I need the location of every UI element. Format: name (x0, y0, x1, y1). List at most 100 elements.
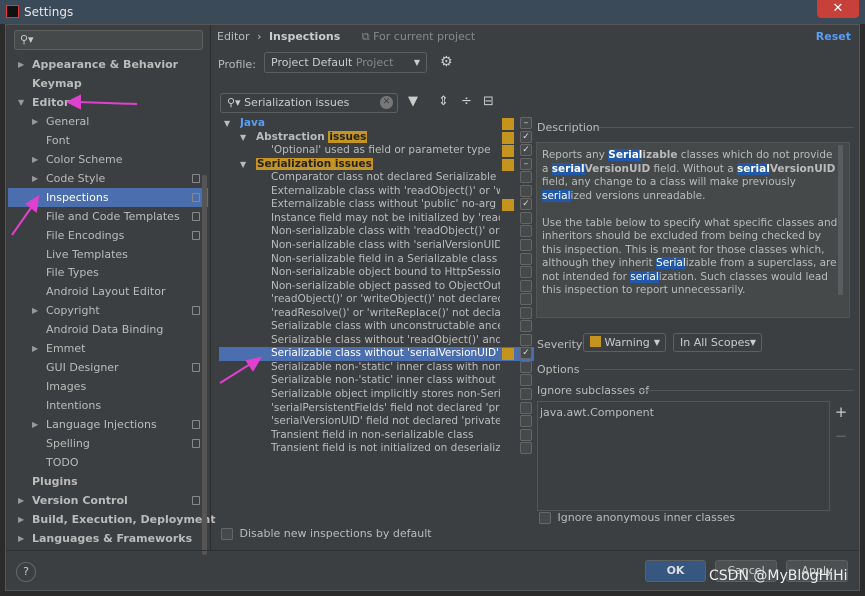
sidebar-item-general[interactable]: ▶ General (8, 112, 208, 131)
expand-arrow-icon[interactable]: ▶ (32, 150, 38, 169)
sidebar-item-intentions[interactable]: Intentions (8, 396, 208, 415)
sidebar-item-android-layout-editor[interactable]: Android Layout Editor (8, 282, 208, 301)
enable-checkbox[interactable] (520, 293, 532, 306)
ignore-anonymous-checkbox[interactable]: Ignore anonymous inner classes (539, 511, 735, 524)
enable-checkbox[interactable] (520, 428, 532, 441)
enable-checkbox[interactable] (520, 184, 532, 197)
enable-checkbox[interactable] (520, 266, 532, 279)
inspection-row[interactable]: Non-serializable class with 'readObject(… (219, 225, 534, 239)
close-button[interactable]: ✕ (817, 0, 859, 18)
enable-checkbox[interactable] (520, 374, 532, 387)
inspection-row[interactable]: 'readObject()' or 'writeObject()' not de… (219, 293, 534, 307)
sidebar-item-file-encodings[interactable]: File Encodings (8, 226, 208, 245)
inspection-row[interactable]: Serializable class without 'readObject()… (219, 333, 534, 348)
sidebar-item-appearance-behavior[interactable]: ▶ Appearance & Behavior (8, 55, 208, 74)
inspection-row[interactable]: Serializable non-'static' inner class wi… (219, 374, 534, 388)
inspection-row[interactable]: 'serialVersionUID' field not declared 'p… (219, 415, 534, 429)
enable-checkbox[interactable] (520, 401, 532, 414)
inspection-row[interactable]: Transient field in non-serializable clas… (219, 428, 534, 443)
expand-arrow-icon[interactable]: ▶ (32, 339, 38, 358)
enable-checkbox[interactable] (520, 306, 532, 319)
expand-arrow-icon[interactable]: ▶ (18, 491, 24, 510)
filter-icon[interactable]: ▼ (408, 94, 418, 109)
description-scrollbar[interactable] (838, 145, 843, 295)
profile-dropdown[interactable]: Project Default Project ▼ (264, 52, 427, 73)
sidebar-item-editor[interactable]: ▼ Editor (8, 93, 208, 112)
inspection-row[interactable]: 'readResolve()' or 'writeReplace()' not … (219, 306, 534, 321)
sidebar-item-inspections[interactable]: Inspections (8, 187, 208, 207)
expand-arrow-icon[interactable]: ▶ (18, 510, 24, 529)
inspection-row[interactable]: Comparator class not declared Serializab… (219, 171, 534, 185)
sidebar-item-live-templates[interactable]: Live Templates (8, 245, 208, 264)
expand-arrow-icon[interactable]: ▶ (18, 529, 24, 548)
settings-search-input[interactable]: ⚲▾ (14, 30, 203, 50)
inspection-row[interactable]: ▼ Abstraction issues ✓ (219, 130, 534, 145)
add-button[interactable]: + (832, 403, 850, 421)
sidebar-item-languages-frameworks[interactable]: ▶ Languages & Frameworks (8, 529, 208, 548)
expand-arrow-icon[interactable]: ▶ (32, 169, 38, 188)
enable-checkbox[interactable] (520, 211, 532, 224)
gear-icon[interactable]: ⚙ (440, 54, 453, 70)
inspection-row[interactable]: Serializable object implicitly stores no… (219, 388, 534, 402)
sidebar-item-spelling[interactable]: Spelling (8, 434, 208, 453)
scope-dropdown[interactable]: In All Scopes ▼ (673, 333, 762, 352)
sidebar-item-language-injections[interactable]: ▶ Language Injections (8, 415, 208, 434)
enable-checkbox[interactable] (520, 415, 532, 428)
disable-new-inspections-checkbox[interactable]: Disable new inspections by default (221, 527, 432, 540)
enable-checkbox[interactable] (520, 360, 532, 373)
expand-arrow-icon[interactable]: ▶ (18, 55, 24, 74)
inspection-row[interactable]: Non-serializable object passed to Object… (219, 279, 534, 294)
enable-checkbox[interactable] (520, 320, 532, 333)
inspection-row[interactable]: 'serialPersistentFields' field not decla… (219, 401, 534, 416)
sidebar-item-version-control[interactable]: ▶ Version Control (8, 491, 208, 510)
enable-checkbox[interactable] (520, 388, 532, 400)
enable-checkbox[interactable]: – (520, 157, 532, 170)
inspection-filter-input[interactable]: ⚲▾ Serialization issues ✕ (220, 93, 398, 113)
inspection-row[interactable]: ▼ Serialization issues – (219, 157, 534, 172)
sidebar-scrollbar[interactable] (202, 175, 207, 555)
enable-checkbox[interactable] (520, 333, 532, 346)
enable-checkbox[interactable] (520, 238, 532, 251)
help-button[interactable]: ? (16, 562, 36, 582)
collapse-arrow-icon[interactable]: ▼ (240, 158, 246, 172)
enable-checkbox[interactable]: ✓ (520, 347, 532, 360)
collapse-arrow-icon[interactable]: ▼ (240, 131, 246, 145)
inspection-row[interactable]: Instance field may not be initialized by… (219, 211, 534, 226)
enable-checkbox[interactable]: ✓ (520, 144, 532, 157)
expand-arrow-icon[interactable]: ▶ (32, 301, 38, 320)
sidebar-item-file-types[interactable]: File Types (8, 263, 208, 282)
remove-button[interactable]: − (832, 427, 850, 445)
sidebar-item-copyright[interactable]: ▶ Copyright (8, 301, 208, 320)
sidebar-item-todo[interactable]: TODO (8, 453, 208, 472)
sidebar-item-android-data-binding[interactable]: Android Data Binding (8, 320, 208, 339)
enable-checkbox[interactable]: ✓ (520, 198, 532, 211)
sidebar-item-build-execution-deployment[interactable]: ▶ Build, Execution, Deployment (8, 510, 215, 529)
enable-checkbox[interactable] (520, 252, 532, 265)
inspection-row[interactable]: Serializable non-'static' inner class wi… (219, 360, 534, 375)
expand-arrow-icon[interactable]: ▶ (32, 112, 38, 131)
expand-arrow-icon[interactable]: ▶ (32, 415, 38, 434)
collapse-all-icon[interactable]: ÷ (461, 94, 472, 109)
sidebar-item-font[interactable]: Font (8, 131, 208, 150)
sidebar-item-images[interactable]: Images (8, 377, 208, 396)
collapse-arrow-icon[interactable]: ▼ (224, 117, 230, 131)
clear-icon[interactable]: ✕ (380, 96, 393, 109)
splitter[interactable] (210, 25, 211, 550)
severity-dropdown[interactable]: Warning ▼ (583, 333, 666, 352)
reset-link[interactable]: Reset (816, 30, 851, 43)
expand-all-icon[interactable]: ⇕ (438, 94, 449, 109)
inspection-row[interactable]: Non-serializable class with 'serialVersi… (219, 238, 534, 253)
inspection-row[interactable]: Externalizable class with 'readObject()'… (219, 184, 534, 199)
sidebar-item-file-and-code-templates[interactable]: File and Code Templates (8, 207, 208, 226)
reset-to-default-icon[interactable]: ⊟ (483, 94, 494, 109)
ok-button[interactable]: OK (645, 560, 706, 582)
collapse-arrow-icon[interactable]: ▼ (18, 93, 24, 112)
inspection-row[interactable]: Serializable class with unconstructable … (219, 320, 534, 334)
sidebar-item-emmet[interactable]: ▶ Emmet (8, 339, 208, 358)
sidebar-item-code-style[interactable]: ▶ Code Style (8, 169, 208, 188)
list-item[interactable]: java.awt.Component (538, 402, 829, 423)
enable-checkbox[interactable] (520, 279, 532, 292)
inspection-row[interactable]: 'Optional' used as field or parameter ty… (219, 144, 534, 158)
inspection-row[interactable]: Transient field is not initialized on de… (219, 442, 534, 456)
enable-checkbox[interactable] (520, 171, 532, 184)
